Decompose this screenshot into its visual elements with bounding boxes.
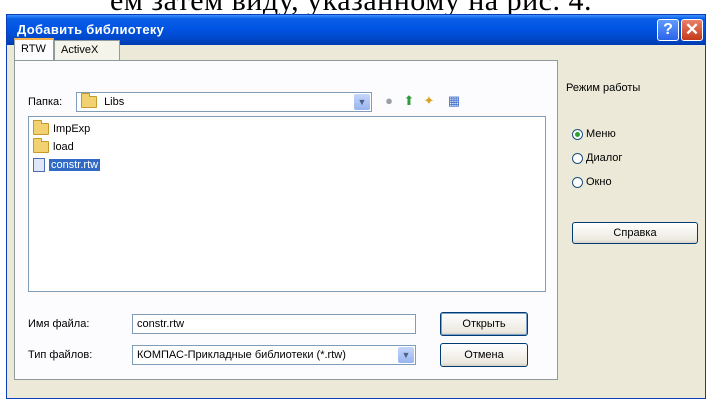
filetype-combo[interactable]: КОМПАС-Прикладные библиотеки (*.rtw) ▼ xyxy=(132,345,416,365)
up-folder-icon[interactable]: ⬆ xyxy=(400,92,418,110)
radio-label: Диалог xyxy=(586,152,623,164)
cancel-button[interactable]: Отмена xyxy=(440,343,528,367)
file-name: ImpExp xyxy=(53,123,91,135)
file-name: constr.rtw xyxy=(49,159,101,171)
filetype-label: Тип файлов: xyxy=(28,349,93,361)
radio-label: Окно xyxy=(586,176,612,188)
new-folder-icon[interactable]: ✦ xyxy=(420,92,438,110)
tab-activex[interactable]: ActiveX xyxy=(54,40,120,60)
folder-icon xyxy=(33,138,49,154)
list-item[interactable]: ImpExp xyxy=(33,120,91,137)
open-button[interactable]: Открыть xyxy=(440,312,528,336)
folder-combo[interactable]: Libs ▼ xyxy=(76,92,372,112)
radio-selected-icon xyxy=(572,128,583,140)
list-item[interactable]: load xyxy=(33,138,74,155)
file-list[interactable]: ImpExp load constr.rtw xyxy=(28,116,546,292)
folder-icon xyxy=(81,93,97,109)
radio-menu[interactable]: Меню xyxy=(572,128,616,140)
help-title-button[interactable]: ? xyxy=(657,19,679,41)
tab-rtw[interactable]: RTW xyxy=(14,38,54,60)
caption-text: ем затем виду, указанному на рис. 4. xyxy=(110,0,592,14)
dialog-title: Добавить библиотеку xyxy=(17,22,165,37)
document-caption-fragment: ем затем виду, указанному на рис. 4. xyxy=(0,0,706,14)
list-item[interactable]: constr.rtw xyxy=(33,157,101,173)
view-menu-icon[interactable]: ▦ xyxy=(442,92,466,110)
chevron-down-icon[interactable]: ▼ xyxy=(354,94,370,110)
folder-label: Папка: xyxy=(28,96,63,108)
radio-empty-icon xyxy=(572,176,583,188)
radio-empty-icon xyxy=(572,152,583,164)
folder-value: Libs xyxy=(104,96,125,108)
radio-label: Меню xyxy=(586,128,616,140)
close-button[interactable]: ✕ xyxy=(681,19,703,41)
mode-group-title: Режим работы xyxy=(566,82,641,94)
question-icon: ? xyxy=(663,21,673,38)
filename-input[interactable]: constr.rtw xyxy=(132,314,416,334)
filename-label: Имя файла: xyxy=(28,318,90,330)
folder-icon xyxy=(33,120,49,136)
file-icon xyxy=(33,158,45,173)
filetype-value: КОМПАС-Прикладные библиотеки (*.rtw) xyxy=(137,349,346,361)
chevron-down-icon[interactable]: ▼ xyxy=(398,347,414,363)
back-icon[interactable]: ● xyxy=(380,92,398,110)
file-name: load xyxy=(53,141,74,153)
help-button[interactable]: Справка xyxy=(572,222,698,244)
radio-window[interactable]: Окно xyxy=(572,176,612,188)
radio-dialog[interactable]: Диалог xyxy=(572,152,622,164)
close-icon: ✕ xyxy=(684,20,700,39)
